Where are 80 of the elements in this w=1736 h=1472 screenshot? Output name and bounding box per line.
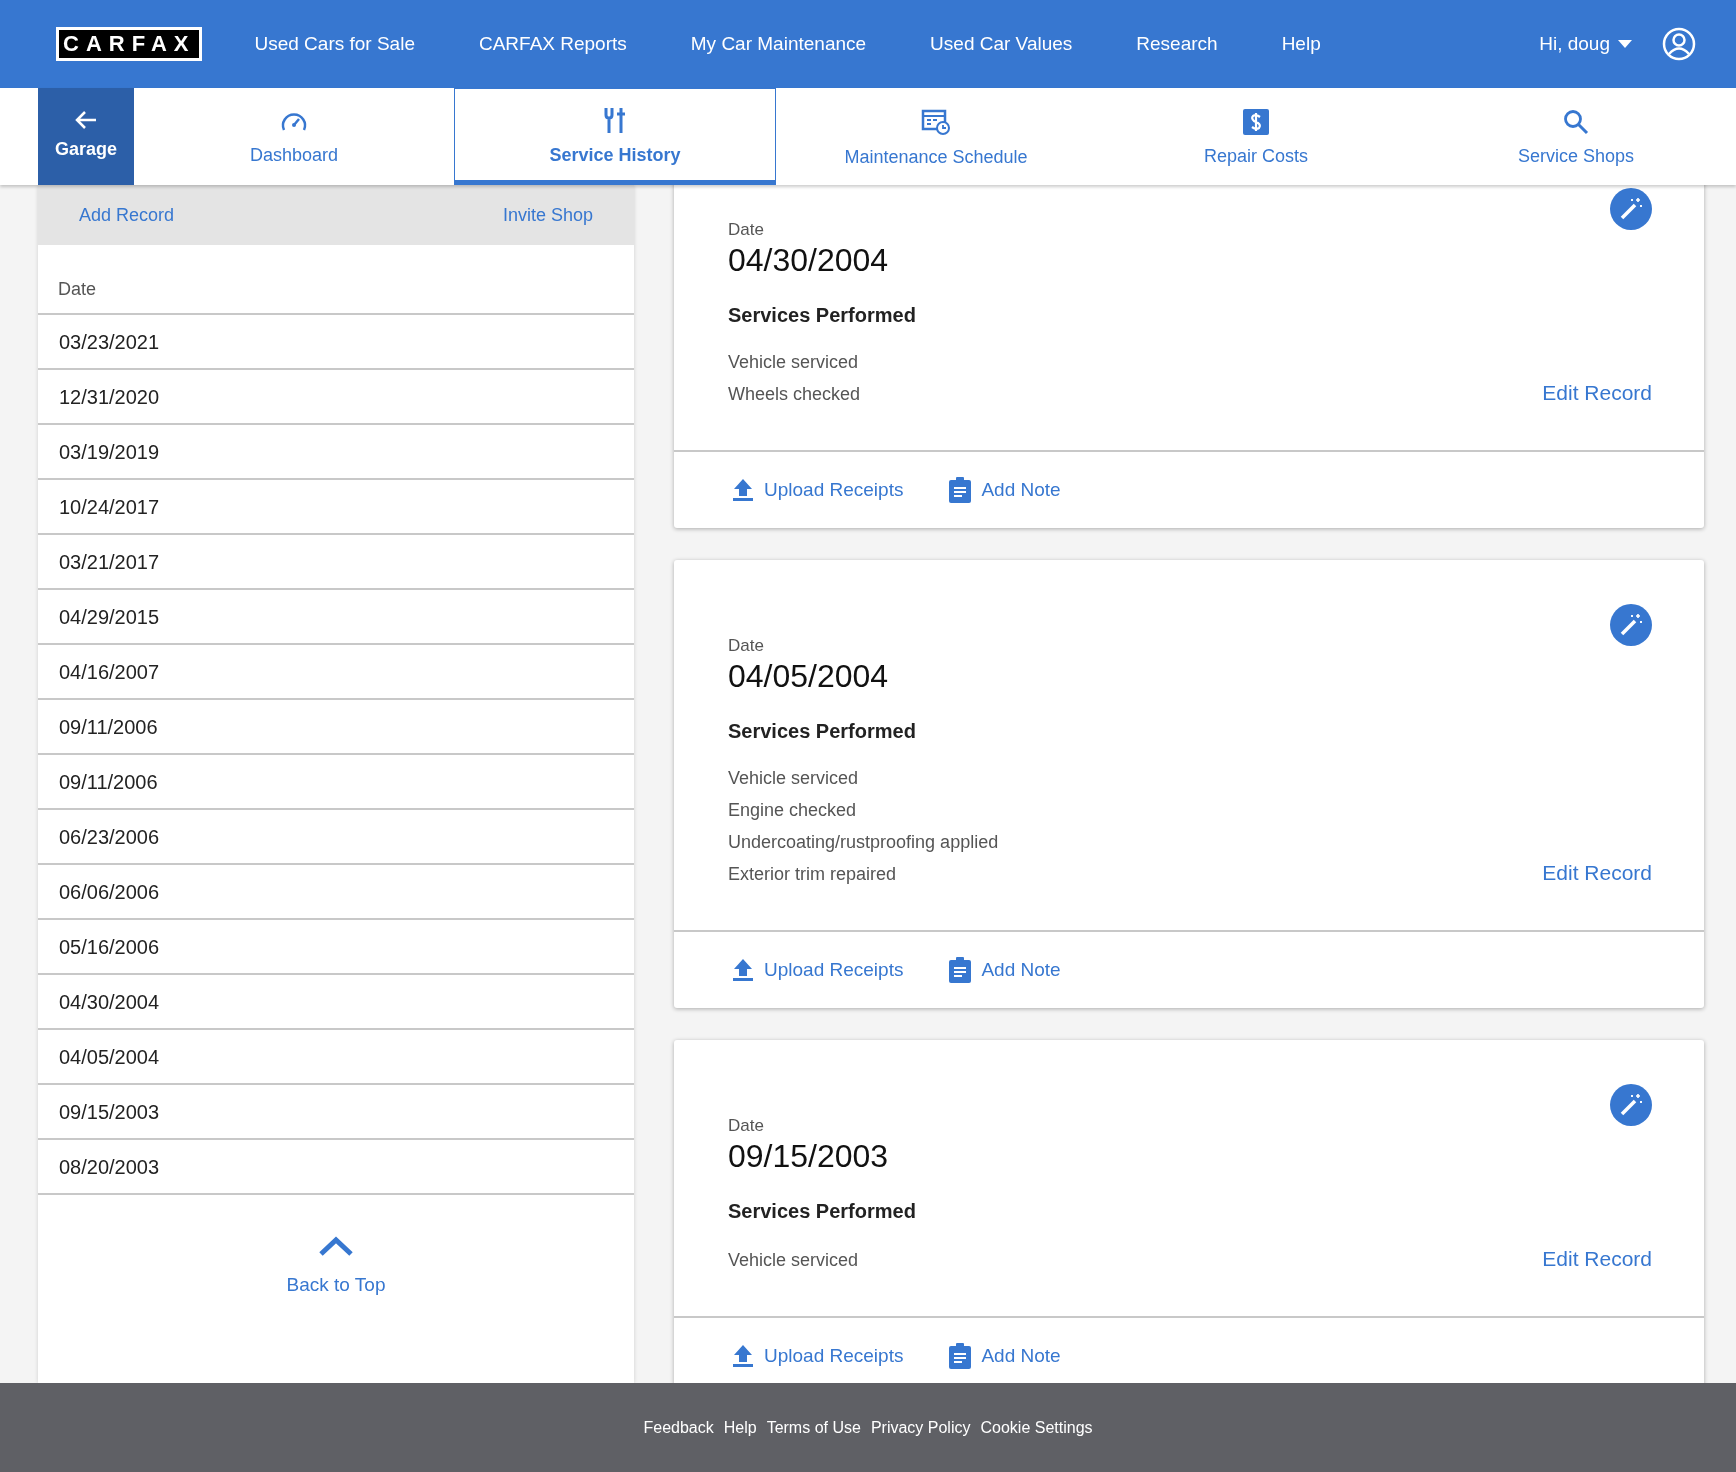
date-row[interactable]: 06/06/2006 — [38, 865, 634, 920]
date-row[interactable]: 05/16/2006 — [38, 920, 634, 975]
back-button[interactable]: Garage — [38, 88, 134, 185]
date-row[interactable]: 09/11/2006 — [38, 700, 634, 755]
clipboard-icon — [949, 477, 972, 503]
magic-wand-icon[interactable] — [1610, 188, 1652, 230]
edit-record-link[interactable]: Edit Record — [1542, 1242, 1652, 1276]
edit-record-link[interactable]: Edit Record — [1542, 856, 1652, 890]
add-note-button[interactable]: Add Note — [949, 955, 1061, 985]
section-heading: Services Performed — [728, 1199, 917, 1224]
date-row[interactable]: 03/21/2017 — [38, 535, 634, 590]
section-heading: Services Performed — [728, 303, 917, 328]
date-row[interactable]: 04/05/2004 — [38, 1030, 634, 1085]
magic-wand-icon[interactable] — [1610, 604, 1652, 646]
nav-tab[interactable]: Maintenance Schedule — [776, 88, 1096, 185]
upload-icon — [732, 958, 754, 982]
magic-wand-icon[interactable] — [1610, 1084, 1652, 1126]
nav-link[interactable]: CARFAX Reports — [478, 29, 627, 59]
service-item: Undercoating/rustproofing applied — [728, 831, 999, 854]
date-row[interactable]: 03/23/2021 — [38, 315, 634, 370]
footer-link[interactable]: Privacy Policy — [870, 1415, 971, 1440]
clipboard-icon — [949, 957, 972, 983]
footer-link[interactable]: Cookie Settings — [980, 1415, 1093, 1440]
record-date: 04/30/2004 — [728, 241, 890, 280]
nav-link[interactable]: Help — [1281, 29, 1321, 59]
date-row[interactable]: 04/30/2004 — [38, 975, 634, 1030]
date-row[interactable]: 04/29/2015 — [38, 590, 634, 645]
dollar-icon — [1243, 109, 1269, 135]
date-row[interactable]: 03/19/2019 — [38, 425, 634, 480]
upload-receipts-button[interactable]: Upload Receipts — [732, 475, 904, 505]
date-row[interactable]: 06/23/2006 — [38, 810, 634, 865]
date-row[interactable]: 09/15/2003 — [38, 1085, 634, 1140]
upload-icon — [732, 1344, 754, 1368]
record-date: 04/05/2004 — [728, 657, 890, 696]
nav-tab[interactable]: Repair Costs — [1096, 88, 1416, 185]
search-icon — [1563, 109, 1589, 135]
edit-record-link[interactable]: Edit Record — [1542, 376, 1652, 410]
back-to-top-link[interactable]: Back to Top — [286, 1271, 386, 1300]
caret-icon — [1618, 40, 1632, 48]
logo[interactable]: CARFAX — [56, 27, 203, 61]
chevron-up-icon[interactable] — [318, 1235, 354, 1257]
service-item: Wheels checked — [728, 383, 861, 406]
date-row[interactable]: 10/24/2017 — [38, 480, 634, 535]
footer-link[interactable]: Terms of Use — [766, 1415, 861, 1440]
upload-icon — [732, 478, 754, 502]
clipboard-icon — [949, 1343, 972, 1369]
service-item: Engine checked — [728, 799, 858, 822]
date-label: Date — [728, 220, 765, 240]
record-date: 09/15/2003 — [728, 1137, 890, 1176]
date-label: Date — [728, 1116, 765, 1136]
upload-receipts-button[interactable]: Upload Receipts — [732, 1341, 904, 1371]
action-link[interactable]: Invite Shop — [502, 201, 593, 229]
account-icon[interactable] — [1662, 27, 1696, 61]
service-item: Vehicle serviced — [728, 767, 860, 790]
service-item: Vehicle serviced — [728, 1249, 859, 1272]
add-note-button[interactable]: Add Note — [949, 1341, 1061, 1371]
date-label: Date — [728, 636, 765, 656]
nav-link[interactable]: Research — [1136, 29, 1218, 59]
nav-tab[interactable]: Dashboard — [134, 88, 454, 185]
section-heading: Services Performed — [728, 719, 917, 744]
date-row[interactable]: 12/31/2020 — [38, 370, 634, 425]
nav-link[interactable]: Used Car Values — [930, 29, 1073, 59]
nav-tab[interactable]: Service Shops — [1416, 88, 1736, 185]
footer-link[interactable]: Feedback — [643, 1415, 714, 1440]
upload-receipts-button[interactable]: Upload Receipts — [732, 955, 904, 985]
footer-link[interactable]: Help — [723, 1415, 757, 1440]
action-link[interactable]: Add Record — [79, 201, 175, 229]
service-item: Exterior trim repaired — [728, 863, 898, 886]
nav-link[interactable]: My Car Maintenance — [690, 29, 867, 59]
user-menu[interactable]: Hi, doug — [1539, 29, 1632, 59]
date-row[interactable]: 04/16/2007 — [38, 645, 634, 700]
calendar-clock-icon — [921, 108, 951, 136]
date-row[interactable]: 09/11/2006 — [38, 755, 634, 810]
service-item: Vehicle serviced — [728, 351, 860, 374]
add-note-button[interactable]: Add Note — [949, 475, 1061, 505]
nav-link[interactable]: Used Cars for Sale — [254, 29, 415, 59]
tools-icon — [602, 106, 628, 134]
date-row[interactable]: 08/20/2003 — [38, 1140, 634, 1195]
column-header: Date — [38, 245, 634, 315]
arrow-left-icon — [74, 110, 98, 130]
